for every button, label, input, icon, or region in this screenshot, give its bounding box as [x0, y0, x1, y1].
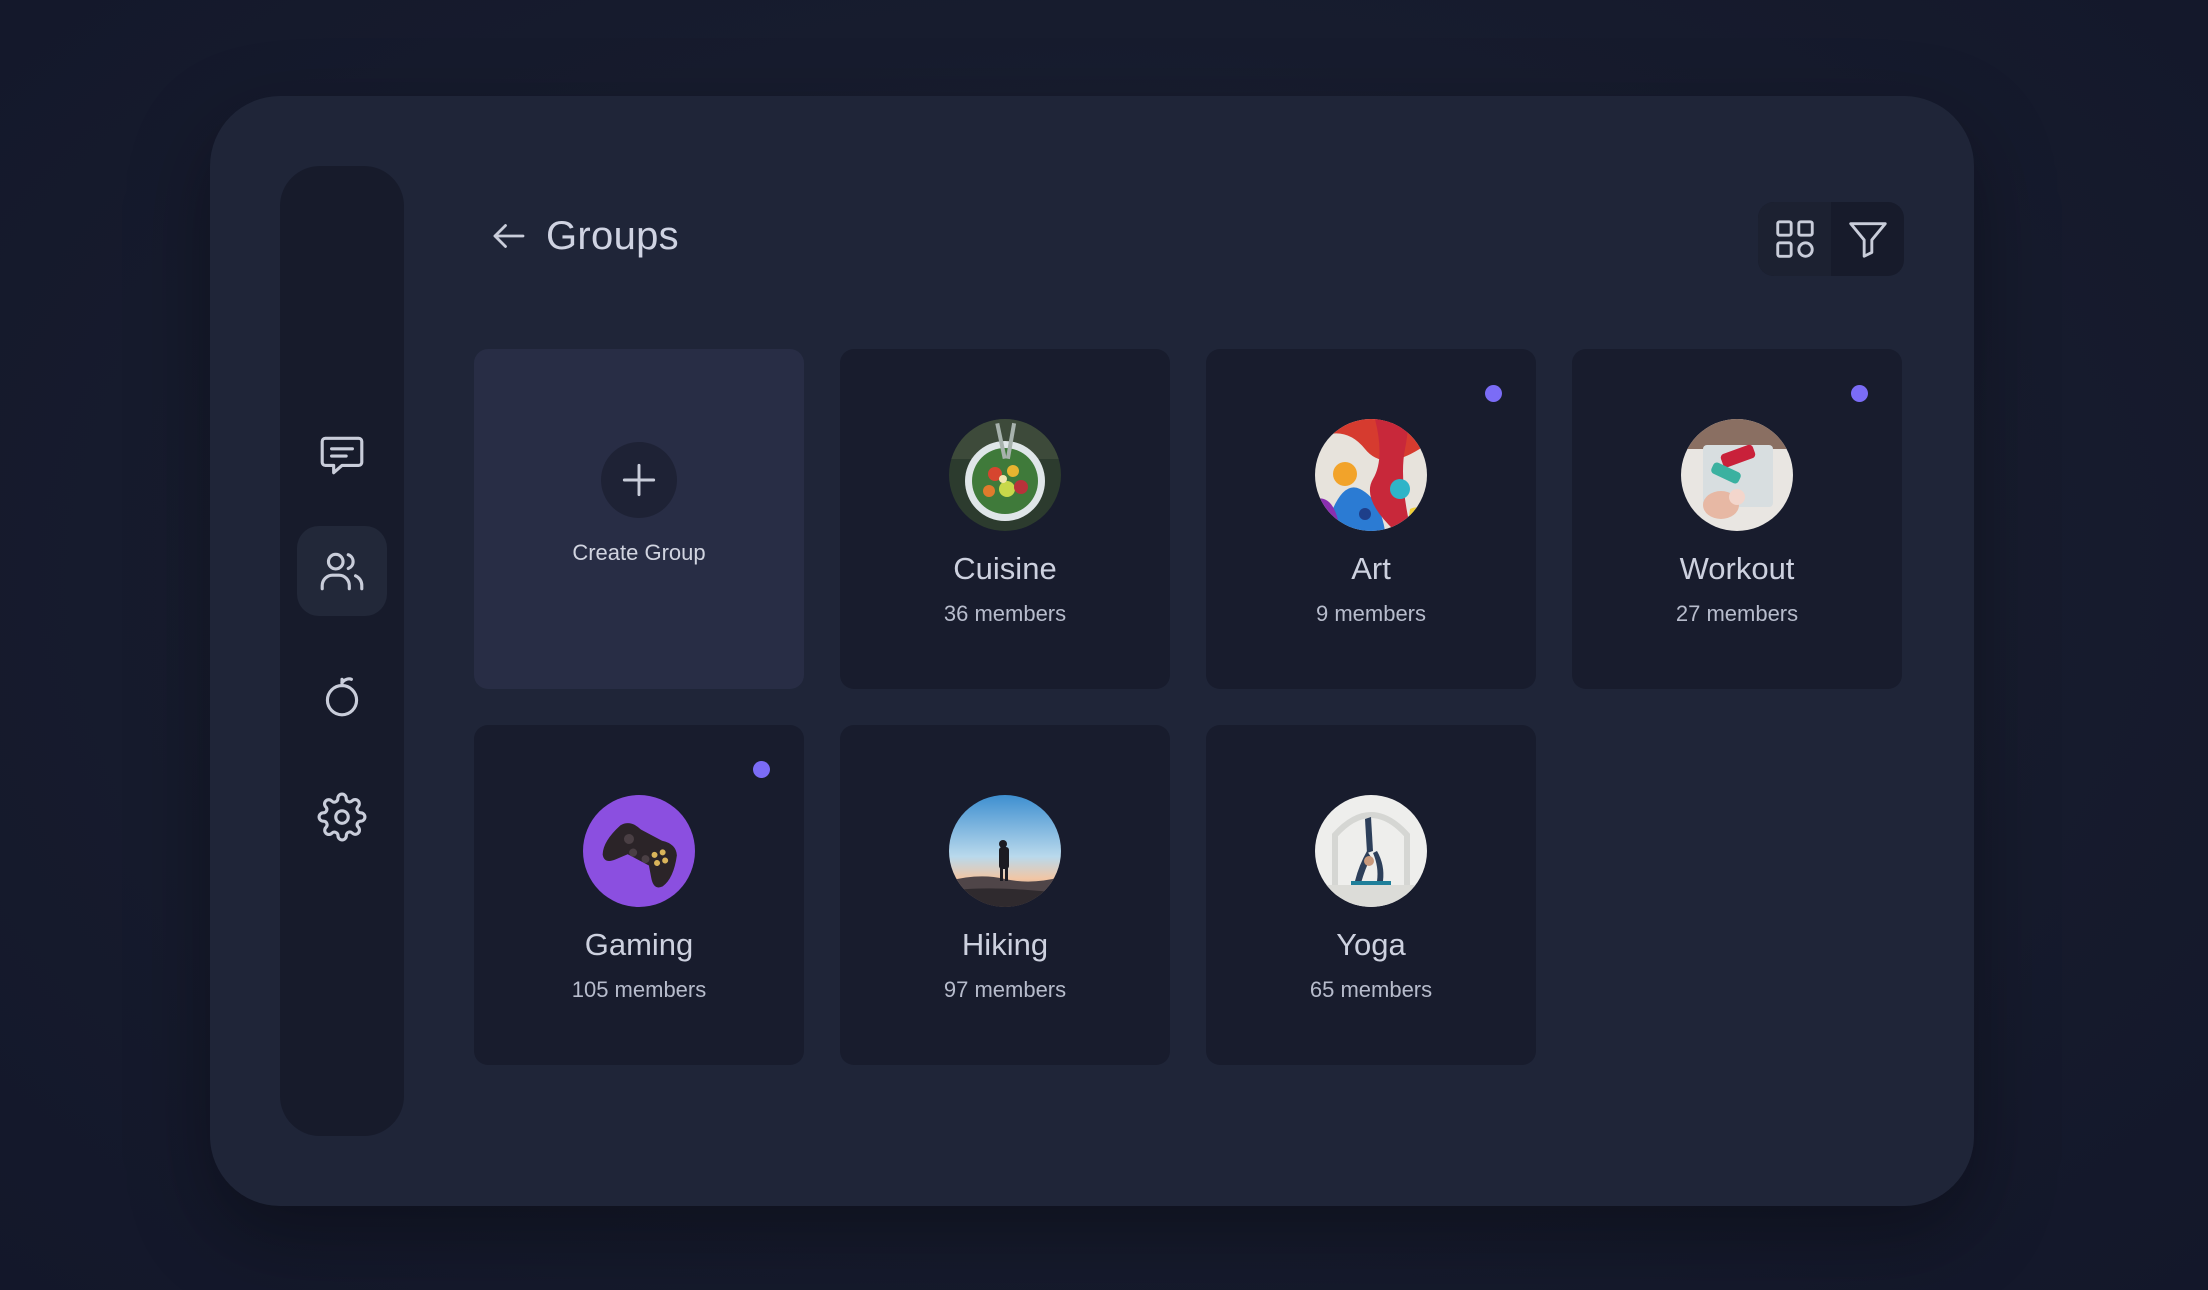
- group-member-count: 36 members: [943, 601, 1067, 626]
- group-name: Art: [1351, 551, 1391, 586]
- sidebar-item-settings[interactable]: [297, 772, 387, 862]
- group-name: Gaming: [584, 927, 694, 962]
- group-member-count: 65 members: [1309, 977, 1433, 1002]
- arrow-left-icon: [493, 224, 525, 248]
- group-avatar: [949, 795, 1061, 907]
- group-avatar: [1681, 419, 1793, 531]
- group-name: Workout: [1679, 551, 1795, 586]
- grid-view-icon: [1775, 220, 1814, 258]
- group-card-cuisine[interactable]: Cuisine 36 members: [840, 349, 1170, 689]
- group-card-workout[interactable]: Workout 27 members: [1572, 349, 1902, 689]
- group-avatar: [1315, 795, 1427, 907]
- sidebar-item-chat[interactable]: [297, 410, 387, 500]
- create-group-button[interactable]: [601, 442, 677, 518]
- app-window: Groups Create Group Cuisine 36 members A…: [210, 96, 1974, 1206]
- group-avatar: [1315, 419, 1427, 531]
- page-title: Groups: [546, 213, 679, 258]
- plus-icon: [622, 463, 656, 497]
- sidebar-item-food[interactable]: [297, 651, 387, 741]
- chat-icon: [320, 436, 364, 475]
- create-group-card[interactable]: Create Group: [474, 349, 804, 689]
- sidebar: [280, 166, 404, 1136]
- group-member-count: 105 members: [571, 977, 707, 1002]
- unread-dot: [1851, 385, 1868, 402]
- view-toolbar: [1758, 202, 1904, 276]
- group-card-hiking[interactable]: Hiking 97 members: [840, 725, 1170, 1065]
- groups-grid: Create Group Cuisine 36 members Art 9 me…: [474, 349, 1902, 1065]
- users-icon: [320, 552, 364, 591]
- group-avatar: [949, 419, 1061, 531]
- group-name: Hiking: [961, 927, 1049, 962]
- group-card-yoga[interactable]: Yoga 65 members: [1206, 725, 1536, 1065]
- group-member-count: 9 members: [1315, 601, 1427, 626]
- group-card-gaming[interactable]: Gaming 105 members: [474, 725, 804, 1065]
- create-group-label: Create Group: [572, 540, 706, 565]
- gear-icon: [317, 792, 367, 842]
- unread-dot: [753, 761, 770, 778]
- group-avatar: [583, 795, 695, 907]
- back-button[interactable]: [486, 213, 532, 259]
- group-name: Cuisine: [953, 551, 1057, 586]
- group-member-count: 97 members: [943, 977, 1067, 1002]
- page-header: Groups: [486, 206, 679, 266]
- apple-icon: [325, 677, 359, 717]
- filter-button[interactable]: [1831, 202, 1904, 276]
- group-card-art[interactable]: Art 9 members: [1206, 349, 1536, 689]
- grid-view-button[interactable]: [1758, 202, 1831, 276]
- filter-icon: [1848, 222, 1887, 258]
- sidebar-item-groups[interactable]: [297, 526, 387, 616]
- group-member-count: 27 members: [1675, 601, 1799, 626]
- group-name: Yoga: [1336, 927, 1406, 962]
- unread-dot: [1485, 385, 1502, 402]
